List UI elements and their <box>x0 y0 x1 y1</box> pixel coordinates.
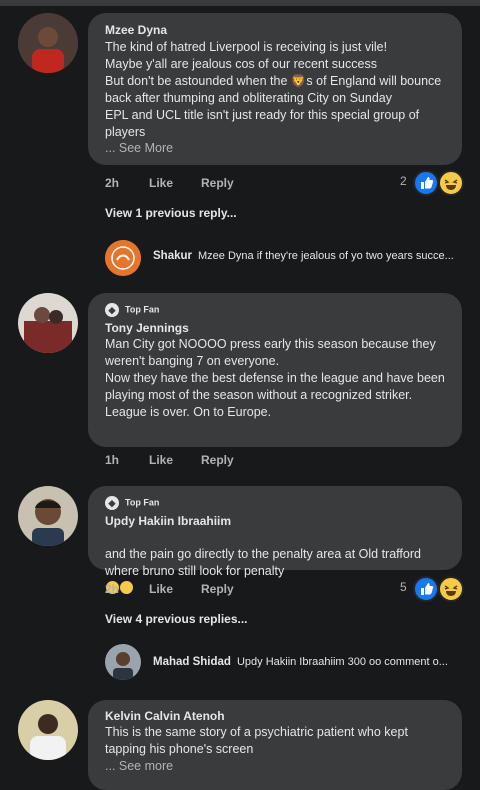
reply-text: Mzee Dyna if they're jealous of yo two y… <box>198 250 454 262</box>
avatar[interactable] <box>18 13 78 73</box>
reply-button[interactable]: Reply <box>201 176 234 190</box>
latest-reply[interactable]: Shakur Mzee Dyna if they're jealous of yo… <box>153 250 463 262</box>
comment-text: Man City got NOOOO press early this seas… <box>105 337 445 419</box>
comment-author[interactable]: Kelvin Calvin Atenoh <box>105 709 225 723</box>
avatar-photo <box>18 700 78 760</box>
confused-emoji-icon <box>120 581 133 594</box>
diamond-icon: ◆ <box>105 496 119 510</box>
timestamp[interactable]: 2h <box>105 176 119 190</box>
avatar-photo <box>105 644 141 680</box>
logo-icon <box>105 240 141 276</box>
comment-text-body: and the pain go directly to the penalty … <box>105 547 421 578</box>
like-button[interactable]: Like <box>149 582 173 596</box>
view-previous-replies[interactable]: View 1 previous reply... <box>105 206 237 220</box>
badge-label: Top Fan <box>125 497 160 508</box>
reaction-count[interactable]: 5 <box>400 580 407 594</box>
reaction-count[interactable]: 2 <box>400 174 407 188</box>
top-fan-badge: ◆ Top Fan <box>105 303 159 317</box>
comment-author[interactable]: Tony Jennings <box>105 321 189 335</box>
reply-text: Updy Hakiin Ibraahiim 300 oo comment o..… <box>236 656 448 668</box>
comment-author[interactable]: Mzee Dyna <box>105 23 167 37</box>
reply-author[interactable]: Mahad Shidad <box>153 656 231 668</box>
reply-avatar[interactable] <box>105 240 141 276</box>
timestamp[interactable]: 1h <box>105 453 119 467</box>
diamond-icon: ◆ <box>105 303 119 317</box>
comment-author[interactable]: Updy Hakiin Ibraahiim <box>105 514 231 528</box>
comment-text: The kind of hatred Liverpool is receivin… <box>105 40 442 139</box>
reply-button[interactable]: Reply <box>201 453 234 467</box>
avatar-photo <box>18 13 78 73</box>
avatar[interactable] <box>18 293 78 353</box>
reply-button[interactable]: Reply <box>201 582 234 596</box>
avatar[interactable] <box>18 486 78 546</box>
see-more-link[interactable]: ... See More <box>105 141 173 155</box>
like-button[interactable]: Like <box>149 176 173 190</box>
top-fan-badge: ◆ Top Fan <box>105 496 159 510</box>
timestamp[interactable]: 2h <box>105 582 119 596</box>
haha-reaction-icon <box>438 170 464 196</box>
avatar[interactable] <box>18 700 78 760</box>
like-button[interactable]: Like <box>149 453 173 467</box>
like-reaction-icon <box>413 576 439 602</box>
avatar-photo <box>18 293 78 353</box>
like-reaction-icon <box>413 170 439 196</box>
reply-author[interactable]: Shakur <box>153 250 192 262</box>
haha-reaction-icon <box>438 576 464 602</box>
comment-text: This is the same story of a psychiatric … <box>105 725 408 756</box>
badge-label: Top Fan <box>125 304 160 315</box>
reply-avatar[interactable] <box>105 644 141 680</box>
avatar-photo <box>18 486 78 546</box>
view-previous-replies[interactable]: View 4 previous replies... <box>105 612 248 626</box>
top-divider <box>0 0 480 6</box>
latest-reply[interactable]: Mahad Shidad Updy Hakiin Ibraahiim 300 oo… <box>153 656 463 668</box>
